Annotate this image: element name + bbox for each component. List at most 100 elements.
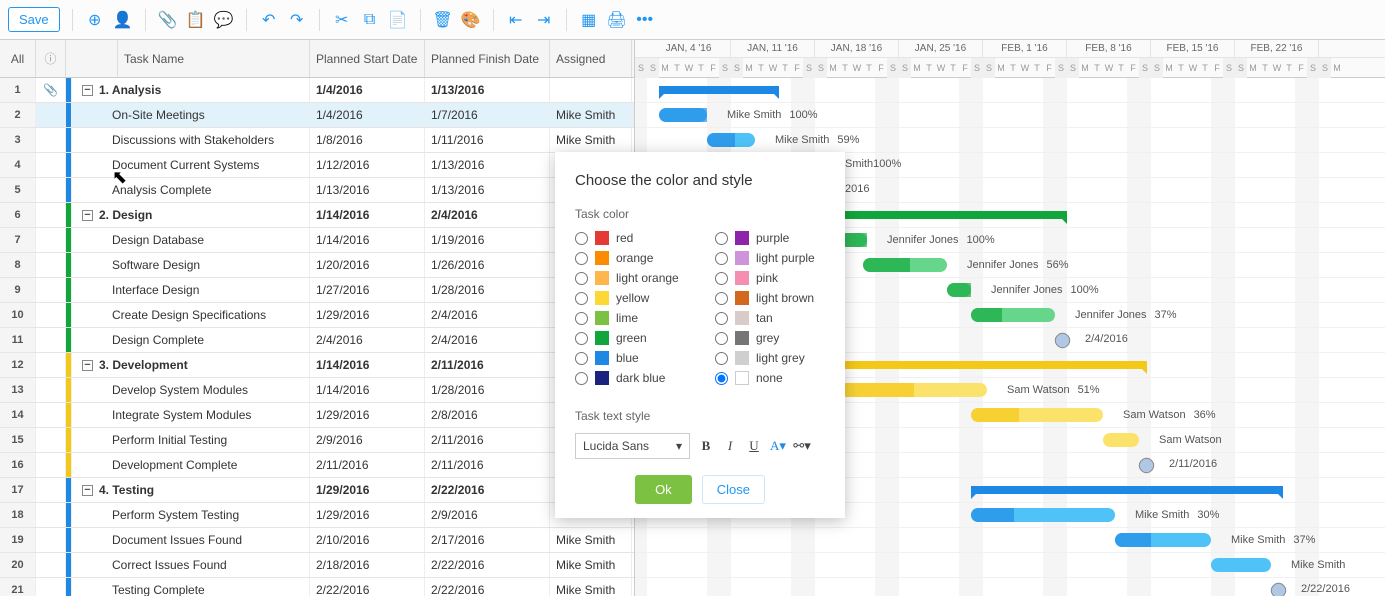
col-all[interactable]: All: [0, 40, 36, 77]
radio-input[interactable]: [575, 252, 588, 265]
task-name-cell[interactable]: Design Complete: [72, 328, 310, 352]
assigned-cell[interactable]: Mike Smith: [550, 103, 632, 127]
task-name-cell[interactable]: Document Current Systems: [72, 153, 310, 177]
bold-button[interactable]: B: [698, 437, 714, 455]
underline-button[interactable]: U: [746, 437, 762, 455]
print-icon[interactable]: 🖨: [607, 10, 627, 30]
ok-button[interactable]: Ok: [635, 475, 692, 504]
table-row[interactable]: 8 Software Design 1/20/2016 1/26/2016: [0, 253, 634, 278]
finish-date-cell[interactable]: 2/22/2016: [425, 478, 550, 502]
start-date-cell[interactable]: 1/12/2016: [310, 153, 425, 177]
task-name-cell[interactable]: −3. Development: [72, 353, 310, 377]
radio-input[interactable]: [715, 352, 728, 365]
add-icon[interactable]: ⊕: [85, 10, 105, 30]
task-name-cell[interactable]: −2. Design: [72, 203, 310, 227]
task-bar[interactable]: Mike Smith37%: [1115, 533, 1211, 547]
collapse-icon[interactable]: −: [82, 485, 93, 496]
radio-input[interactable]: [715, 292, 728, 305]
table-row[interactable]: 15 Perform Initial Testing 2/9/2016 2/11…: [0, 428, 634, 453]
task-name-cell[interactable]: On-Site Meetings: [72, 103, 310, 127]
radio-input[interactable]: [575, 372, 588, 385]
col-task-name[interactable]: Task Name: [118, 40, 310, 77]
assigned-cell[interactable]: Mike Smith: [550, 578, 632, 596]
start-date-cell[interactable]: 2/22/2016: [310, 578, 425, 596]
task-name-cell[interactable]: Discussions with Stakeholders: [72, 128, 310, 152]
summary-bar[interactable]: [839, 211, 1067, 219]
finish-date-cell[interactable]: 2/17/2016: [425, 528, 550, 552]
finish-date-cell[interactable]: 2/11/2016: [425, 428, 550, 452]
font-color-button[interactable]: A▾: [770, 437, 786, 455]
start-date-cell[interactable]: 1/29/2016: [310, 503, 425, 527]
table-row[interactable]: 17 −4. Testing 1/29/2016 2/22/2016: [0, 478, 634, 503]
color-option-blue[interactable]: blue: [575, 351, 685, 365]
task-name-cell[interactable]: Create Design Specifications: [72, 303, 310, 327]
table-row[interactable]: 21 Testing Complete 2/22/2016 2/22/2016 …: [0, 578, 634, 596]
start-date-cell[interactable]: 1/29/2016: [310, 303, 425, 327]
table-row[interactable]: 9 Interface Design 1/27/2016 1/28/2016: [0, 278, 634, 303]
color-option-yellow[interactable]: yellow: [575, 291, 685, 305]
color-option-light-purple[interactable]: light purple: [715, 251, 825, 265]
finish-date-cell[interactable]: 2/8/2016: [425, 403, 550, 427]
indent-icon[interactable]: ⇥: [534, 10, 554, 30]
task-bar[interactable]: Jennifer Jones56%: [863, 258, 947, 272]
radio-input[interactable]: [715, 372, 728, 385]
task-name-cell[interactable]: Design Database: [72, 228, 310, 252]
radio-input[interactable]: [715, 332, 728, 345]
start-date-cell[interactable]: 1/13/2016: [310, 178, 425, 202]
clipboard-icon[interactable]: 📋: [186, 10, 206, 30]
task-bar[interactable]: Mike Smith: [1211, 558, 1271, 572]
paste-icon[interactable]: 📄: [388, 10, 408, 30]
assigned-cell[interactable]: Mike Smith: [550, 128, 632, 152]
finish-date-cell[interactable]: 1/26/2016: [425, 253, 550, 277]
finish-date-cell[interactable]: 1/28/2016: [425, 278, 550, 302]
finish-date-cell[interactable]: 1/13/2016: [425, 178, 550, 202]
table-row[interactable]: 16 Development Complete 2/11/2016 2/11/2…: [0, 453, 634, 478]
task-name-cell[interactable]: Software Design: [72, 253, 310, 277]
start-date-cell[interactable]: 1/27/2016: [310, 278, 425, 302]
color-option-lime[interactable]: lime: [575, 311, 685, 325]
table-row[interactable]: 18 Perform System Testing 1/29/2016 2/9/…: [0, 503, 634, 528]
table-row[interactable]: 12 −3. Development 1/14/2016 2/11/2016: [0, 353, 634, 378]
start-date-cell[interactable]: 1/14/2016: [310, 228, 425, 252]
radio-input[interactable]: [715, 312, 728, 325]
radio-input[interactable]: [715, 232, 728, 245]
close-button[interactable]: Close: [702, 475, 765, 504]
attachment-icon[interactable]: 📎: [158, 10, 178, 30]
table-row[interactable]: 5 Analysis Complete 1/13/2016 1/13/2016: [0, 178, 634, 203]
finish-date-cell[interactable]: 2/4/2016: [425, 203, 550, 227]
start-date-cell[interactable]: 2/10/2016: [310, 528, 425, 552]
radio-input[interactable]: [575, 332, 588, 345]
table-row[interactable]: 10 Create Design Specifications 1/29/201…: [0, 303, 634, 328]
collapse-icon[interactable]: −: [82, 85, 93, 96]
task-bar[interactable]: Mike Smith59%: [707, 133, 755, 147]
collapse-icon[interactable]: −: [82, 360, 93, 371]
color-option-none[interactable]: none: [715, 371, 825, 385]
start-date-cell[interactable]: 2/18/2016: [310, 553, 425, 577]
start-date-cell[interactable]: 1/29/2016: [310, 403, 425, 427]
task-name-cell[interactable]: Develop System Modules: [72, 378, 310, 402]
task-bar[interactable]: Jennifer Jones100%: [947, 283, 971, 297]
table-row[interactable]: 7 Design Database 1/14/2016 1/19/2016: [0, 228, 634, 253]
delete-icon[interactable]: 🗑: [433, 10, 453, 30]
task-name-cell[interactable]: −1. Analysis: [72, 78, 310, 102]
summary-bar[interactable]: [827, 361, 1147, 369]
col-assigned[interactable]: Assigned: [550, 40, 632, 77]
color-option-green[interactable]: green: [575, 331, 685, 345]
start-date-cell[interactable]: 2/9/2016: [310, 428, 425, 452]
color-option-red[interactable]: red: [575, 231, 685, 245]
summary-bar[interactable]: [971, 486, 1283, 494]
radio-input[interactable]: [575, 292, 588, 305]
task-bar[interactable]: Sam Watson: [1103, 433, 1139, 447]
table-row[interactable]: 14 Integrate System Modules 1/29/2016 2/…: [0, 403, 634, 428]
columns-icon[interactable]: ▦: [579, 10, 599, 30]
assigned-cell[interactable]: Mike Smith: [550, 553, 632, 577]
radio-input[interactable]: [575, 232, 588, 245]
task-name-cell[interactable]: Testing Complete: [72, 578, 310, 596]
milestone-marker[interactable]: [1052, 330, 1073, 351]
table-row[interactable]: 13 Develop System Modules 1/14/2016 1/28…: [0, 378, 634, 403]
col-finish-date[interactable]: Planned Finish Date: [425, 40, 550, 77]
task-name-cell[interactable]: Perform System Testing: [72, 503, 310, 527]
save-button[interactable]: Save: [8, 7, 60, 32]
milestone-marker[interactable]: [1268, 580, 1289, 596]
col-start-date[interactable]: Planned Start Date: [310, 40, 425, 77]
